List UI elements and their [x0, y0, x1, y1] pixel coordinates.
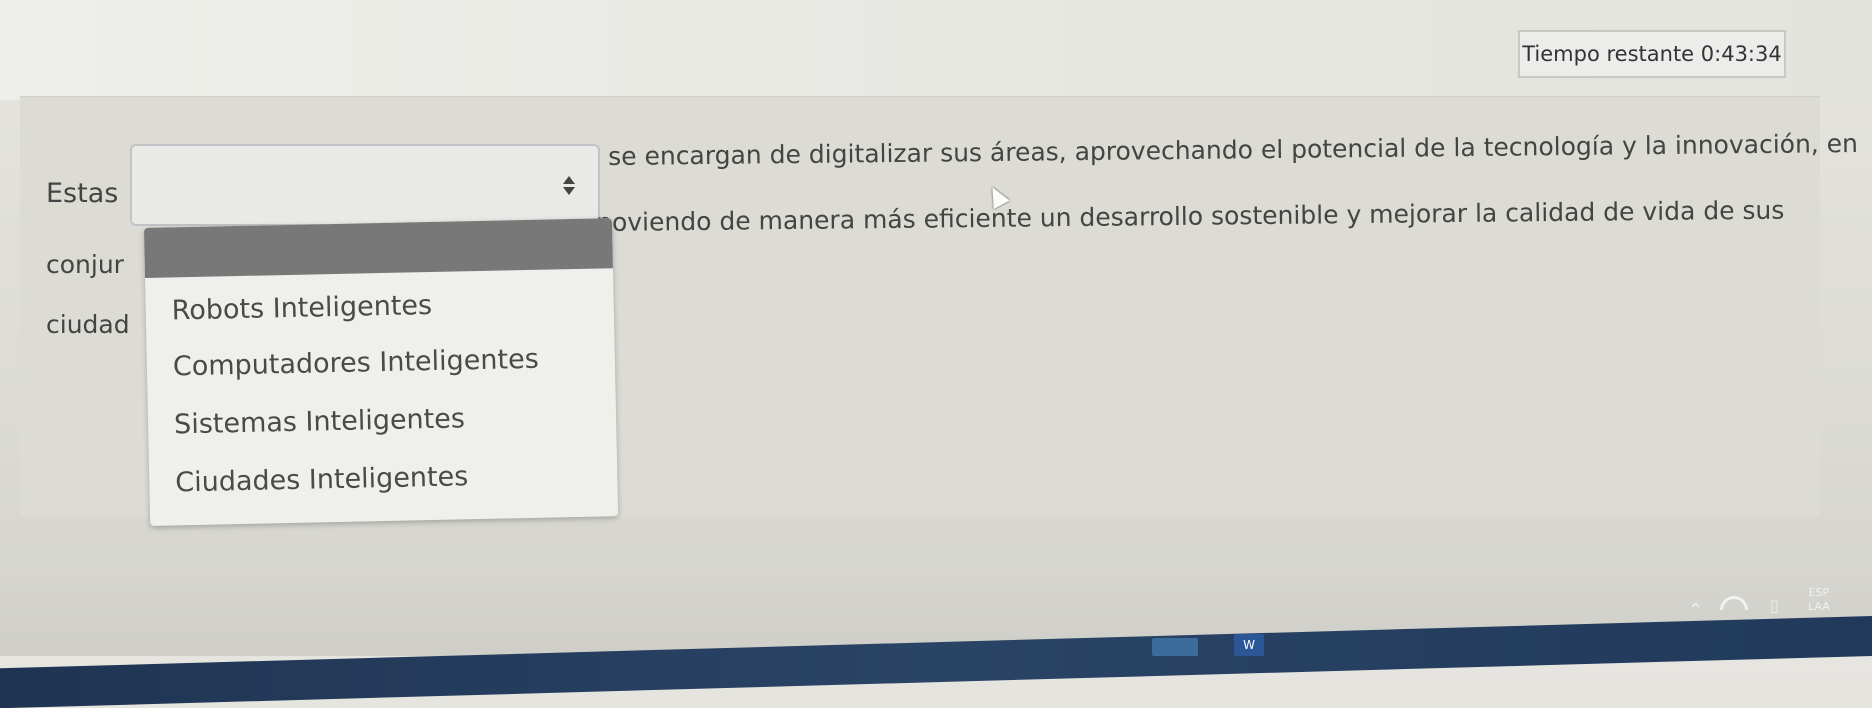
- dropdown-option-sistemas[interactable]: Sistemas Inteligentes: [174, 403, 465, 440]
- dropdown-option-computadores[interactable]: Computadores Inteligentes: [173, 344, 539, 383]
- answer-select[interactable]: [130, 144, 600, 226]
- language-indicator[interactable]: ESP LAA: [1808, 586, 1830, 614]
- question-text-start: Estas: [46, 178, 119, 209]
- word-icon[interactable]: W: [1234, 634, 1264, 656]
- dropdown-option-ciudades[interactable]: Ciudades Inteligentes: [175, 461, 469, 498]
- time-remaining-text: Tiempo restante 0:43:34: [1522, 42, 1782, 66]
- app-icon[interactable]: [1152, 638, 1198, 656]
- dropdown-option-robots[interactable]: Robots Inteligentes: [171, 290, 432, 326]
- question-text-line-2-start: conjur: [46, 250, 124, 279]
- question-text-line-3-start: ciudad: [46, 310, 130, 339]
- select-arrows-icon: [562, 168, 576, 202]
- tray-chevron-icon[interactable]: ⌃: [1688, 600, 1703, 621]
- dropdown-option-empty[interactable]: [144, 218, 613, 278]
- volume-icon[interactable]: ▯: [1770, 596, 1779, 615]
- time-remaining: Tiempo restante 0:43:34: [1518, 30, 1786, 78]
- answer-dropdown-list: Robots Inteligentes Computadores Intelig…: [144, 218, 619, 526]
